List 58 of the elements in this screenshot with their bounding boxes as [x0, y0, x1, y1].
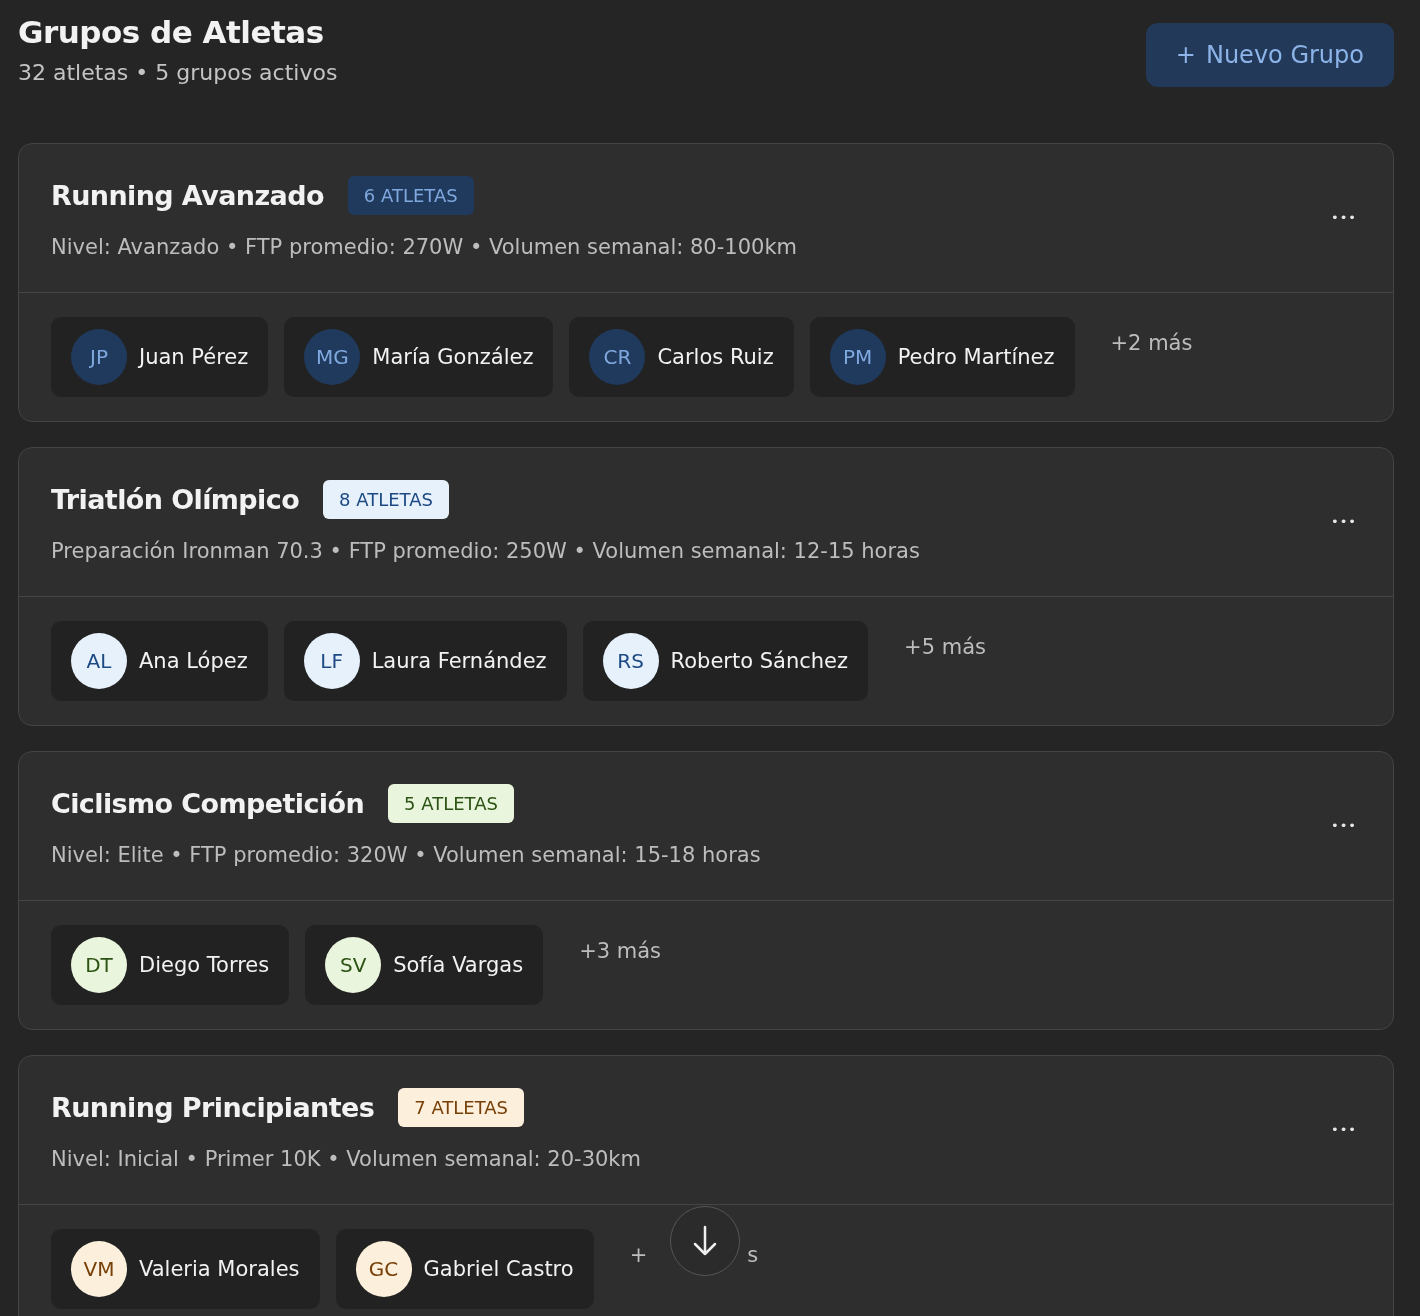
avatar-initials: PM	[829, 329, 886, 385]
athlete-chip[interactable]: JP Juan Pérez	[51, 317, 269, 397]
more-athletes-count[interactable]: +2 más	[1090, 317, 1213, 369]
group-details: Nivel: Avanzado • FTP promedio: 270W • Volumen semanal: 80-100km	[51, 235, 798, 259]
athlete-chip[interactable]: PM Pedro Martínez	[809, 317, 1075, 397]
avatar-initials: SV	[325, 937, 382, 993]
athlete-name: Juan Pérez	[139, 345, 249, 369]
athlete-chip[interactable]: VM Valeria Morales	[51, 1229, 320, 1309]
avatar-initials: LF	[303, 633, 360, 689]
athlete-name: Gabriel Castro	[423, 1257, 574, 1281]
athlete-chip[interactable]: LF Laura Fernández	[283, 621, 567, 701]
athlete-name: Sofía Vargas	[393, 953, 524, 977]
new-group-button[interactable]: + Nuevo Grupo	[1145, 23, 1394, 87]
more-options-button[interactable]: •••	[1327, 206, 1361, 229]
group-details: Nivel: Elite • FTP promedio: 320W • Volumen semanal: 15-18 horas	[51, 843, 762, 867]
athlete-name: Roberto Sánchez	[670, 649, 849, 673]
avatar-initials: MG	[304, 329, 361, 385]
athlete-chip[interactable]: GC Gabriel Castro	[335, 1229, 594, 1309]
group-name: Running Principiantes	[51, 1092, 375, 1123]
athlete-count-badge: 8 ATLETAS	[323, 480, 449, 519]
group-name: Ciclismo Competición	[51, 788, 365, 819]
more-athletes-count[interactable]: s	[747, 1229, 759, 1281]
athlete-count-badge: 6 ATLETAS	[347, 176, 474, 215]
avatar-initials: DT	[71, 937, 127, 993]
more-athletes-count[interactable]: +3 más	[559, 925, 682, 977]
athlete-name: Diego Torres	[139, 953, 270, 977]
group-name: Running Avanzado	[51, 180, 324, 211]
avatar-initials: CR	[589, 329, 646, 385]
avatar-initials: VM	[71, 1241, 127, 1297]
more-options-button[interactable]: •••	[1327, 814, 1361, 837]
athlete-count-badge: 7 ATLETAS	[398, 1088, 525, 1127]
page-subtitle: 32 atletas • 5 grupos activos	[18, 60, 338, 85]
athlete-chip[interactable]: SV Sofía Vargas	[305, 925, 544, 1005]
athlete-name: Pedro Martínez	[897, 345, 1055, 369]
athlete-name: Carlos Ruiz	[657, 345, 774, 369]
athlete-name: Valeria Morales	[139, 1257, 300, 1281]
athlete-chip[interactable]: RS Roberto Sánchez	[582, 621, 869, 701]
athlete-chip[interactable]: MG María González	[284, 317, 554, 397]
athlete-chip[interactable]: DT Diego Torres	[51, 925, 290, 1005]
athlete-name: Laura Fernández	[371, 649, 547, 673]
group-details: Nivel: Inicial • Primer 10K • Volumen semanal: 20-30km	[51, 1147, 642, 1171]
more-athletes-count[interactable]: +5 más	[884, 621, 1006, 673]
athlete-name: Ana López	[139, 649, 248, 673]
page-title: Grupos de Atletas	[18, 14, 325, 50]
athlete-count-badge: 5 ATLETAS	[388, 784, 514, 823]
athlete-chip[interactable]: AL Ana López	[51, 621, 268, 701]
more-athletes-count[interactable]: +	[609, 1229, 668, 1281]
avatar-initials: AL	[71, 633, 127, 689]
group-name: Triatlón Olímpico	[51, 484, 300, 515]
more-options-button[interactable]: •••	[1327, 1118, 1361, 1141]
group-details: Preparación Ironman 70.3 • FTP promedio: 250W • Volumen semanal: 12-15 horas	[51, 539, 921, 563]
avatar-initials: JP	[71, 329, 127, 385]
down-arrow-icon	[692, 1225, 718, 1257]
avatar-initials: RS	[602, 633, 659, 689]
more-options-button[interactable]: •••	[1327, 510, 1361, 533]
athlete-chip[interactable]: CR Carlos Ruiz	[569, 317, 794, 397]
athlete-name: María González	[372, 345, 534, 369]
avatar-initials: GC	[355, 1241, 412, 1297]
